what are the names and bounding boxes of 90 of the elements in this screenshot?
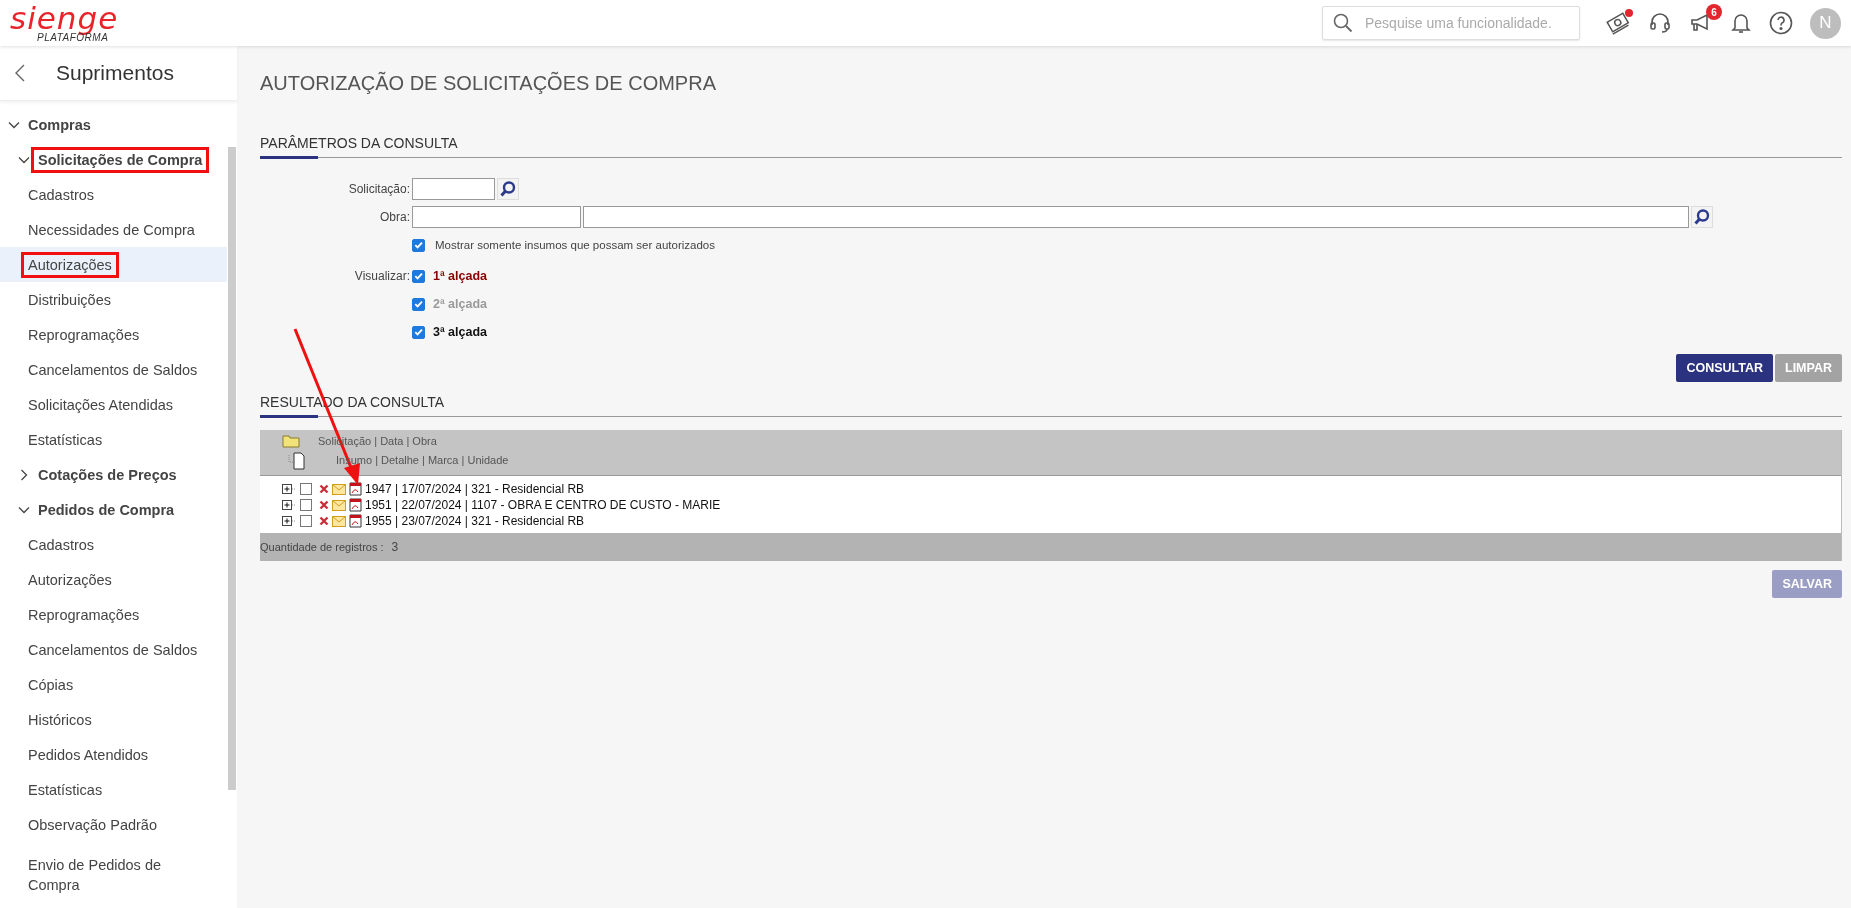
record-count-label: Quantidade de registros : [260, 541, 384, 553]
menu-item[interactable]: Cancelamentos de Saldos [0, 632, 227, 667]
bell-icon[interactable] [1731, 12, 1751, 34]
document-icon [288, 452, 306, 470]
checkbox-label: Mostrar somente insumos que possam ser autorizados [435, 239, 715, 251]
back-icon[interactable] [14, 64, 26, 82]
menu-item[interactable]: Reprogramações [0, 597, 227, 632]
search-field[interactable]: Pesquise uma funcionalidade. [1322, 6, 1580, 40]
field-label: Visualizar: [353, 269, 410, 283]
page-title: AUTORIZAÇÃO DE SOLICITAÇÕES DE COMPRA [260, 72, 717, 95]
search-button[interactable] [497, 178, 519, 200]
search-button[interactable] [1691, 206, 1713, 228]
menu-item[interactable]: Estatísticas [0, 772, 227, 807]
checkbox[interactable] [412, 297, 425, 311]
menu-item[interactable]: Cancelamentos de Saldos [0, 352, 227, 387]
pdf-icon[interactable] [349, 482, 362, 496]
menu-item-label: Cadastros [27, 185, 96, 205]
menu-item[interactable]: Cadastros [0, 527, 227, 562]
menu-item-label: Reprogramações [27, 325, 141, 345]
menu-item[interactable]: Pedidos Atendidos [0, 737, 227, 772]
table-cell: 1955 | 23/07/2024 | 321 - Residencial RB [365, 514, 585, 528]
menu-item[interactable]: Necessidades de Compra [0, 212, 227, 247]
expand-icon[interactable] [282, 500, 296, 510]
menu-item[interactable]: Históricos [0, 702, 227, 737]
menu-item-label: Estatísticas [27, 780, 104, 800]
input-field[interactable] [412, 206, 581, 228]
table-cell: 1947 | 17/07/2024 | 321 - Residencial RB [365, 482, 585, 496]
input-field[interactable] [412, 178, 495, 200]
menu-group[interactable]: Cotações de Preços [31, 461, 184, 488]
checkbox-label: 3ª alçada [433, 325, 487, 339]
search-button[interactable]: CONSULTAR [1676, 354, 1773, 382]
checkbox[interactable] [412, 269, 425, 283]
search-icon [1333, 13, 1353, 33]
input-field[interactable] [583, 206, 1689, 228]
menu-item[interactable]: Envio de Pedidos de Compra [0, 842, 227, 908]
menu-item-label: Autorizações [21, 251, 119, 278]
row-checkbox[interactable] [300, 515, 312, 527]
menu-item[interactable]: Cadastros [0, 177, 227, 212]
expand-icon[interactable] [282, 484, 296, 494]
menu-item-label: Reprogramações [27, 605, 141, 625]
menu-group[interactable]: Pedidos de Compra [31, 496, 182, 523]
menu-item[interactable]: Estatísticas [0, 422, 227, 457]
delete-icon[interactable] [319, 484, 329, 494]
menu-item-label: Cadastros [27, 535, 96, 555]
notification-badge: 6 [1706, 4, 1722, 20]
menu-item-label: Pedidos Atendidos [27, 745, 150, 765]
record-count: 3 [391, 540, 399, 554]
help-icon[interactable] [1769, 11, 1793, 35]
field-label: Obra: [379, 210, 410, 224]
delete-icon[interactable] [319, 500, 329, 510]
menu-item-label: Solicitações Atendidas [27, 395, 175, 415]
table-cell: 1951 | 22/07/2024 | 1107 - OBRA E CENTRO DE CUSTO - MARIE [365, 498, 721, 512]
menu-item[interactable]: Reprogramações [0, 317, 227, 352]
menu-item[interactable]: Autorizações [0, 562, 227, 597]
menu-item[interactable]: Autorizações [0, 247, 227, 282]
menu-item-label: Cancelamentos de Saldos [27, 640, 199, 660]
row-checkbox[interactable] [300, 499, 312, 511]
menu-item-label: Cancelamentos de Saldos [27, 360, 199, 380]
menu-item-label: Autorizações [27, 570, 113, 590]
checkbox[interactable] [412, 325, 425, 339]
checkbox[interactable] [412, 238, 425, 252]
menu-group[interactable]: Compras [21, 111, 98, 138]
menu-item-label: Distribuições [27, 290, 112, 310]
delete-icon[interactable] [319, 516, 329, 526]
folder-icon [282, 434, 300, 448]
menu-item-label: Observação Padrão [27, 815, 158, 835]
menu-item[interactable]: Solicitações Atendidas [0, 387, 227, 422]
money-icon[interactable] [1605, 11, 1631, 35]
field-label: Solicitação: [347, 182, 410, 196]
menu-item[interactable]: Distribuições [0, 282, 227, 317]
checkbox-label: 1ª alçada [433, 269, 487, 283]
menu-item-label: Históricos [27, 710, 93, 730]
checkbox-label: 2ª alçada [433, 297, 487, 311]
menu-item[interactable]: Observação Padrão [0, 807, 227, 842]
section-heading: PARÂMETROS DA CONSULTA [260, 135, 1842, 158]
sidebar-title: Suprimentos [56, 61, 174, 85]
scrollbar[interactable] [228, 147, 236, 790]
menu-item-label: Estatísticas [27, 430, 104, 450]
expand-icon[interactable] [282, 516, 296, 526]
menu-item[interactable]: Cópias [0, 667, 227, 702]
chevron-icon[interactable] [18, 468, 30, 481]
row-checkbox[interactable] [300, 483, 312, 495]
search-input[interactable]: Pesquise uma funcionalidade. [1363, 14, 1567, 32]
menu-item-label: Necessidades de Compra [27, 220, 196, 240]
pdf-icon[interactable] [349, 498, 362, 512]
menu-item-label: Cópias [27, 675, 75, 695]
pdf-icon[interactable] [349, 514, 362, 528]
menu-group[interactable]: Solicitações de Compra [31, 146, 210, 173]
menu-item-label: Envio de Pedidos de Compra [27, 856, 162, 895]
headset-icon[interactable] [1649, 12, 1671, 34]
